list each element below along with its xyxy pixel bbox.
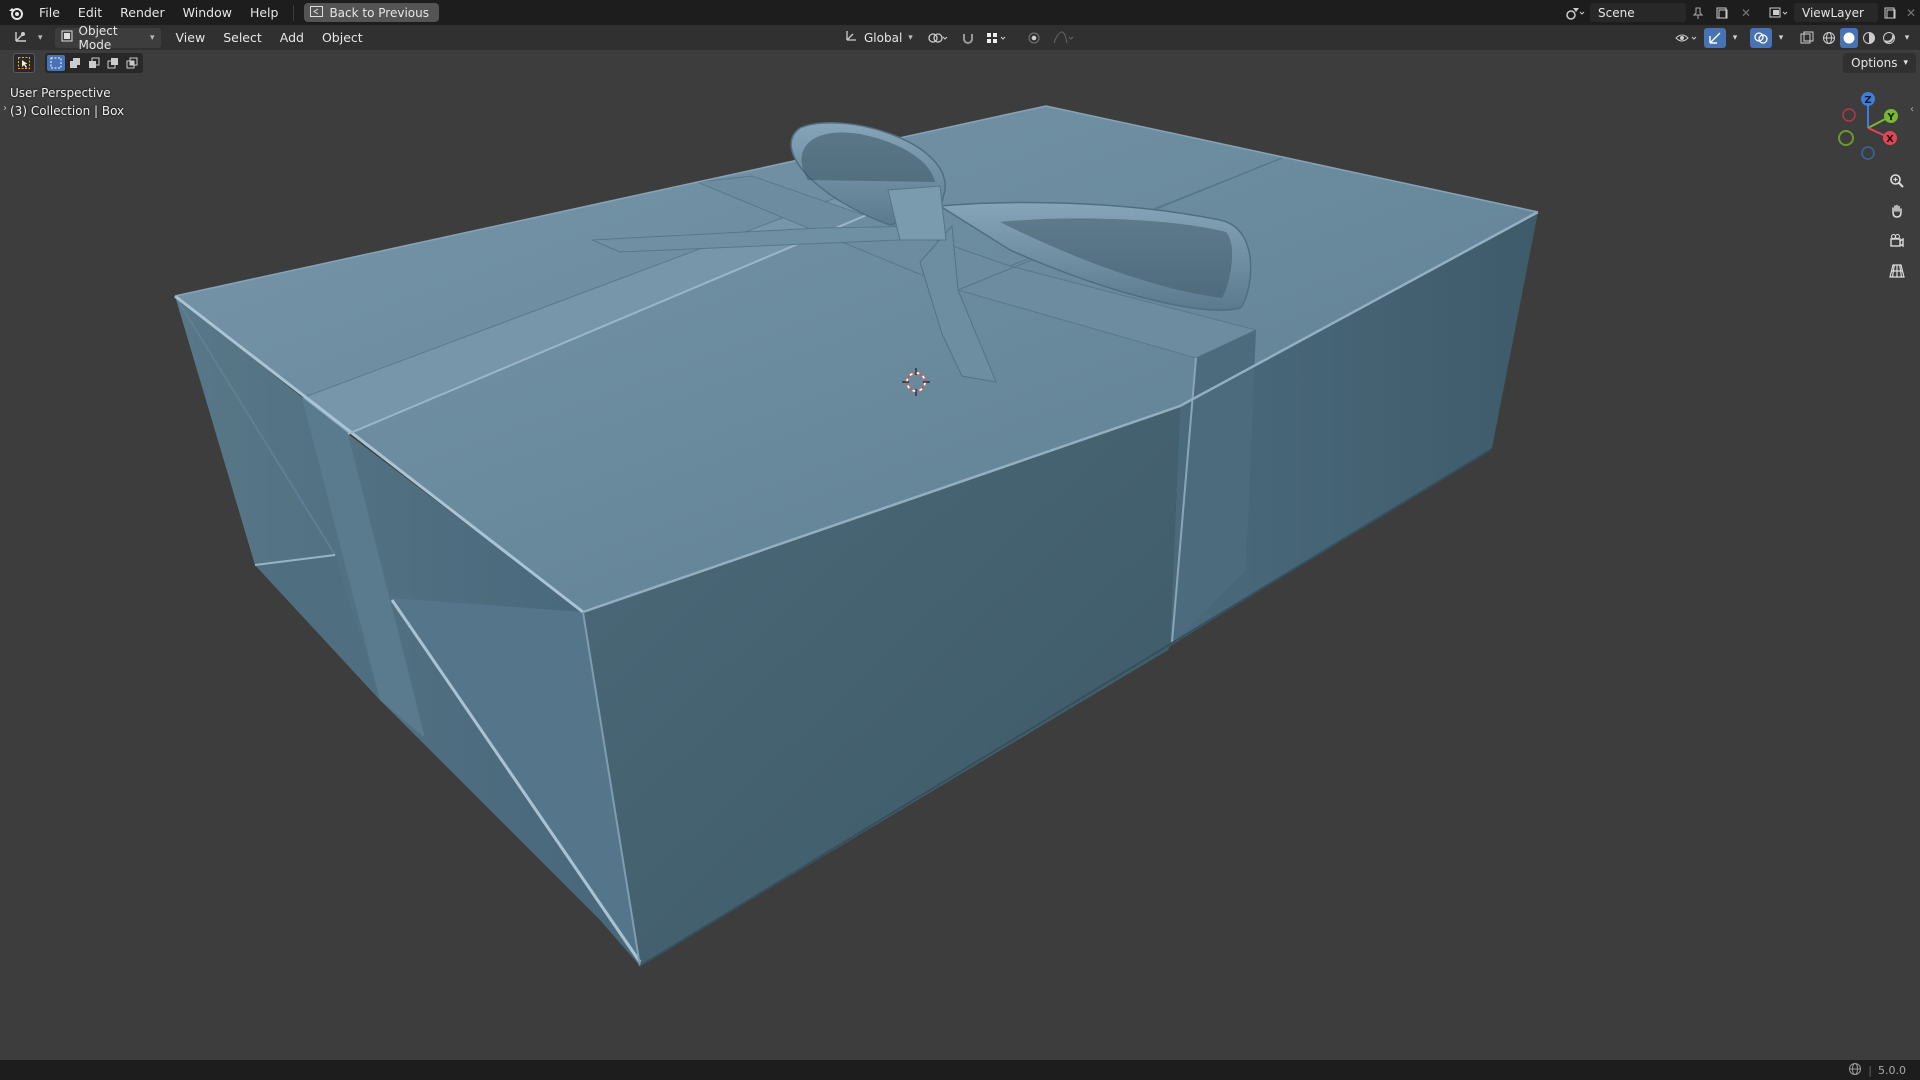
options-label: Options [1851, 56, 1898, 70]
back-to-previous-label: Back to Previous [329, 5, 429, 20]
tool-settings-row: Options ▾ [0, 50, 1920, 76]
options-dropdown[interactable]: Options ▾ [1843, 53, 1916, 73]
header-menu-select[interactable]: Select [214, 25, 271, 50]
header-menu-add[interactable]: Add [271, 25, 313, 50]
y-axis-label: Y [1886, 112, 1895, 123]
xray-toggle-icon[interactable] [1796, 28, 1818, 48]
mode-dropdown[interactable]: Object Mode ▾ [54, 24, 161, 52]
x-axis-label: X [1886, 134, 1894, 145]
header-menu-view[interactable]: View [167, 25, 215, 50]
new-scene-icon[interactable] [1710, 3, 1734, 22]
menu-render[interactable]: Render [111, 0, 174, 25]
pin-scene-icon[interactable] [1686, 3, 1710, 22]
neg-z-axis-icon[interactable] [1861, 146, 1875, 160]
camera-view-icon[interactable] [1884, 228, 1910, 254]
header-menu-object[interactable]: Object [313, 25, 372, 50]
pan-view-hand-icon[interactable] [1884, 198, 1910, 224]
zoom-view-icon[interactable] [1884, 168, 1910, 194]
viewlayer-type-icon[interactable] [1764, 3, 1794, 22]
new-viewlayer-icon[interactable] [1878, 3, 1902, 22]
chevron-down-icon: ▾ [908, 32, 913, 43]
mode-label: Object Mode [78, 23, 118, 52]
menu-window[interactable]: Window [174, 0, 241, 25]
status-separator: | [1868, 1063, 1872, 1077]
chevron-right-icon[interactable]: › [3, 103, 7, 114]
select-intersect-icon[interactable] [123, 55, 141, 71]
gift-box-model[interactable] [0, 76, 1920, 1060]
remove-scene-icon[interactable]: ✕ [1734, 3, 1758, 22]
selection-mode-group [45, 53, 143, 73]
blender-logo-icon[interactable] [2, 0, 30, 25]
remove-viewlayer-icon[interactable]: ✕ [1902, 3, 1920, 22]
perspective-toggle-grid-icon[interactable] [1884, 258, 1910, 284]
network-globe-icon [1848, 1062, 1862, 1079]
material-preview-icon[interactable] [1860, 28, 1878, 48]
sidebar-toggle-icon[interactable]: ‹ [1910, 104, 1914, 115]
select-tool-icon[interactable] [13, 53, 35, 73]
editor-type-dropdown[interactable]: ▾ [8, 28, 49, 48]
collection-label: (3) Collection | Box [10, 104, 125, 118]
3d-viewport[interactable] [0, 76, 1920, 1060]
chevron-down-icon: ▾ [38, 32, 43, 43]
rendered-shading-icon[interactable] [1880, 28, 1898, 48]
chevron-down-icon[interactable]: ▾ [1774, 28, 1788, 48]
menu-separator [293, 4, 295, 21]
chevron-down-icon: ▾ [150, 32, 155, 43]
version-label: 5.0.0 [1878, 1063, 1906, 1077]
viewlayer-name: ViewLayer [1802, 5, 1864, 20]
select-new-icon[interactable] [47, 55, 65, 71]
back-to-previous-button[interactable]: Back to Previous [304, 3, 439, 22]
z-axis-label: Z [1864, 95, 1871, 106]
select-subtract-icon[interactable] [85, 55, 103, 71]
wireframe-shading-icon[interactable] [1820, 28, 1838, 48]
viewport-display-controls: ▾ ▾ ▾ [1672, 25, 1914, 50]
navigation-gizmo[interactable]: Z Y X [1832, 88, 1912, 168]
scene-name: Scene [1598, 5, 1635, 20]
solid-shading-icon[interactable] [1840, 27, 1858, 48]
orientation-label: Global [864, 30, 903, 45]
snap-toggle-icon[interactable] [957, 28, 979, 48]
chevron-down-icon: ▾ [1903, 58, 1908, 68]
snap-increment-icon[interactable] [983, 28, 1011, 48]
scene-type-icon[interactable] [1560, 3, 1590, 22]
select-extend-icon[interactable] [66, 55, 84, 71]
workspace-controls: Scene ✕ ViewLayer ✕ [1560, 0, 1920, 25]
neg-y-axis-icon[interactable] [1838, 130, 1854, 146]
menu-edit[interactable]: Edit [69, 0, 111, 25]
perspective-label: User Perspective [10, 86, 111, 100]
screen-back-icon [310, 5, 324, 20]
select-difference-icon[interactable] [104, 55, 122, 71]
scene-name-field[interactable]: Scene [1590, 3, 1686, 22]
pivot-point-icon[interactable] [923, 28, 953, 48]
viewport-header: ▾ Object Mode ▾ View Select Add Object G… [0, 24, 1920, 52]
neg-x-axis-icon[interactable] [1842, 108, 1856, 122]
menu-file[interactable]: File [30, 0, 69, 25]
gizmo-toggle-icon[interactable] [1704, 27, 1726, 48]
proportional-editing-icon[interactable] [1023, 28, 1045, 48]
transform-controls: Global ▾ [838, 25, 1079, 50]
object-mode-icon [61, 30, 73, 45]
status-bar: | 5.0.0 [0, 1060, 1920, 1080]
transform-orientation-dropdown[interactable]: Global ▾ [838, 28, 919, 48]
chevron-down-icon[interactable]: ▾ [1728, 28, 1742, 48]
top-menu-bar: File Edit Render Window Help Back to Pre… [0, 0, 1920, 25]
orientation-axes-icon [844, 29, 858, 46]
selectability-visibility-icon[interactable] [1672, 28, 1702, 48]
3d-viewport-icon [14, 29, 32, 46]
chevron-down-icon[interactable]: ▾ [1900, 28, 1914, 48]
overlays-toggle-icon[interactable] [1750, 27, 1772, 48]
falloff-curve-icon[interactable] [1049, 28, 1079, 48]
menu-help[interactable]: Help [241, 0, 288, 25]
viewlayer-name-field[interactable]: ViewLayer [1794, 3, 1878, 22]
